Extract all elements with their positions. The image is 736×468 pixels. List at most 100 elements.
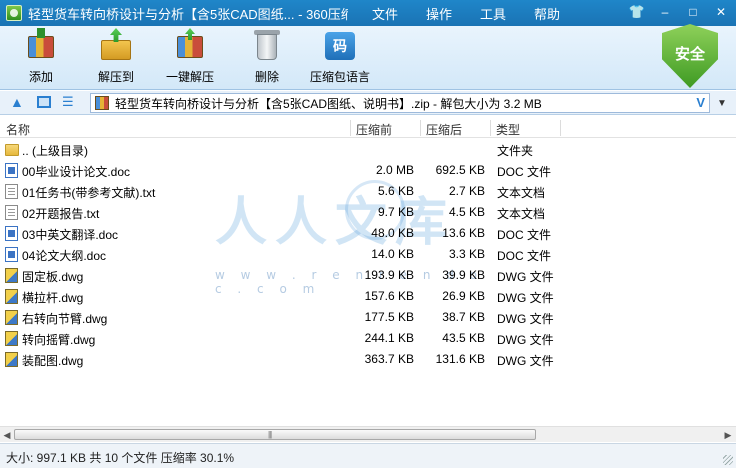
status-bar: 大小: 997.1 KB 共 10 个文件 压缩率 30.1%: [0, 443, 736, 468]
file-name: 02开题报告.txt: [22, 207, 100, 221]
view-list-icon[interactable]: ☰: [62, 95, 76, 109]
file-list: .. (上级目录) 文件夹 00毕业设计论文.doc 2.0 MB 692.5 KB DO…: [0, 139, 736, 370]
menu-file[interactable]: 文件: [372, 4, 398, 23]
path-field[interactable]: 轻型货车转向桥设计与分析【含5张CAD图纸、说明书】.zip - 解包大小为 3…: [90, 93, 710, 113]
column-packed[interactable]: 压缩后: [426, 121, 462, 138]
security-label: 安全: [674, 45, 705, 63]
close-button[interactable]: ✕: [710, 3, 732, 21]
column-header: 名称 压缩前 压缩后 类型: [0, 118, 736, 138]
file-size: 14.0 KB: [371, 247, 414, 261]
file-row[interactable]: 横拉杆.dwg 157.6 KB 26.9 KB DWG 文件: [0, 286, 736, 307]
file-type: DOC 文件: [497, 249, 552, 263]
scroll-right-icon[interactable]: ▶: [722, 429, 734, 441]
skin-icon[interactable]: 👕: [626, 3, 648, 21]
file-size: 177.5 KB: [364, 310, 414, 324]
file-name: 转向摇臂.dwg: [22, 333, 96, 347]
file-type: 文件夹: [497, 144, 534, 158]
one-click-label: 一键解压: [166, 70, 215, 84]
app-logo-icon: [6, 5, 22, 21]
file-packed-size: 692.5 KB: [435, 163, 485, 177]
file-packed-size: 39.9 KB: [442, 268, 485, 282]
minimize-button[interactable]: –: [654, 3, 676, 21]
file-name: 04论文大纲.doc: [22, 249, 107, 263]
verify-icon[interactable]: V: [696, 95, 705, 110]
doc-icon: [5, 247, 18, 262]
status-text: 大小: 997.1 KB 共 10 个文件 压缩率 30.1%: [6, 451, 235, 465]
view-large-icon[interactable]: [37, 96, 51, 108]
file-packed-size: 3.3 KB: [448, 247, 485, 261]
horizontal-scrollbar[interactable]: ◀ ||| ▶: [0, 426, 736, 442]
menu-help[interactable]: 帮助: [534, 4, 560, 23]
add-archive-icon: [24, 28, 58, 62]
file-packed-size: 2.7 KB: [448, 184, 485, 198]
trash-icon: [250, 28, 284, 62]
dwg-icon: [5, 289, 18, 304]
doc-icon: [5, 163, 18, 178]
dwg-icon: [5, 310, 18, 325]
file-size: 157.6 KB: [364, 289, 414, 303]
file-row[interactable]: 02开题报告.txt 9.7 KB 4.5 KB 文本文档: [0, 202, 736, 223]
file-row[interactable]: .. (上级目录) 文件夹: [0, 139, 736, 160]
file-packed-size: 43.5 KB: [442, 331, 485, 345]
resize-grip-icon[interactable]: [723, 455, 733, 465]
file-row[interactable]: 01任务书(带参考文献).txt 5.6 KB 2.7 KB 文本文档: [0, 181, 736, 202]
path-text: 轻型货车转向桥设计与分析【含5张CAD图纸、说明书】.zip - 解包大小为 3…: [115, 96, 542, 111]
file-row[interactable]: 固定板.dwg 193.9 KB 39.9 KB DWG 文件: [0, 265, 736, 286]
column-size[interactable]: 压缩前: [356, 121, 392, 138]
file-packed-size: 13.6 KB: [442, 226, 485, 240]
extract-to-button[interactable]: 解压到: [98, 28, 134, 85]
file-type: DOC 文件: [497, 228, 552, 242]
address-bar: ▲ ☰ 轻型货车转向桥设计与分析【含5张CAD图纸、说明书】.zip - 解包大…: [0, 91, 736, 115]
path-dropdown-button[interactable]: ▼: [712, 93, 732, 113]
title-bar: 轻型货车转向桥设计与分析【含5张CAD图纸... - 360压缩 文件 操作 工…: [0, 0, 736, 26]
file-row[interactable]: 00毕业设计论文.doc 2.0 MB 692.5 KB DOC 文件: [0, 160, 736, 181]
scroll-thumb[interactable]: [14, 429, 536, 440]
add-button[interactable]: 添加: [24, 28, 58, 85]
doc-icon: [5, 226, 18, 241]
file-name: 00毕业设计论文.doc: [22, 165, 131, 179]
menu-operation[interactable]: 操作: [426, 4, 452, 23]
toolbar: 添加 解压到 一键解压 删除 码 压缩包语言: [0, 26, 736, 90]
file-size: 48.0 KB: [371, 226, 414, 240]
scroll-left-icon[interactable]: ◀: [1, 429, 13, 441]
dwg-icon: [5, 268, 18, 283]
file-packed-size: 4.5 KB: [448, 205, 485, 219]
file-row[interactable]: 右转向节臂.dwg 177.5 KB 38.7 KB DWG 文件: [0, 307, 736, 328]
column-name[interactable]: 名称: [6, 121, 30, 138]
file-type: DOC 文件: [497, 165, 552, 179]
dwg-icon: [5, 331, 18, 346]
file-row[interactable]: 03中英文翻译.doc 48.0 KB 13.6 KB DOC 文件: [0, 223, 736, 244]
file-name: 01任务书(带参考文献).txt: [22, 186, 156, 200]
menu-tools[interactable]: 工具: [480, 4, 506, 23]
zip-archive-icon: [95, 96, 109, 110]
file-type: DWG 文件: [497, 312, 554, 326]
file-row[interactable]: 04论文大纲.doc 14.0 KB 3.3 KB DOC 文件: [0, 244, 736, 265]
extract-folder-icon: [99, 28, 133, 62]
file-type: DWG 文件: [497, 354, 554, 368]
file-size: 5.6 KB: [377, 184, 414, 198]
delete-button[interactable]: 删除: [250, 28, 284, 85]
file-type: 文本文档: [497, 186, 546, 200]
file-size: 193.9 KB: [364, 268, 414, 282]
add-label: 添加: [28, 70, 53, 84]
maximize-button[interactable]: □: [682, 3, 704, 21]
folder-icon: [5, 144, 19, 156]
code-page-icon: 码: [323, 28, 357, 62]
file-row[interactable]: 转向摇臂.dwg 244.1 KB 43.5 KB DWG 文件: [0, 328, 736, 349]
menu-bar: 文件 操作 工具 帮助: [372, 0, 588, 26]
file-packed-size: 26.9 KB: [442, 289, 485, 303]
file-packed-size: 38.7 KB: [442, 310, 485, 324]
txt-icon: [5, 205, 18, 220]
scroll-grip: |||: [268, 430, 272, 439]
column-type[interactable]: 类型: [496, 121, 520, 138]
file-type: DWG 文件: [497, 333, 554, 347]
file-name: 装配图.dwg: [22, 354, 84, 368]
one-click-extract-button[interactable]: 一键解压: [166, 28, 214, 85]
file-size: 9.7 KB: [377, 205, 414, 219]
up-arrow-icon[interactable]: ▲: [10, 95, 24, 109]
file-name: 横拉杆.dwg: [22, 291, 84, 305]
file-packed-size: 131.6 KB: [435, 352, 485, 366]
file-row[interactable]: 装配图.dwg 363.7 KB 131.6 KB DWG 文件: [0, 349, 736, 370]
archive-language-button[interactable]: 码 压缩包语言: [310, 28, 370, 85]
file-type: 文本文档: [497, 207, 546, 221]
